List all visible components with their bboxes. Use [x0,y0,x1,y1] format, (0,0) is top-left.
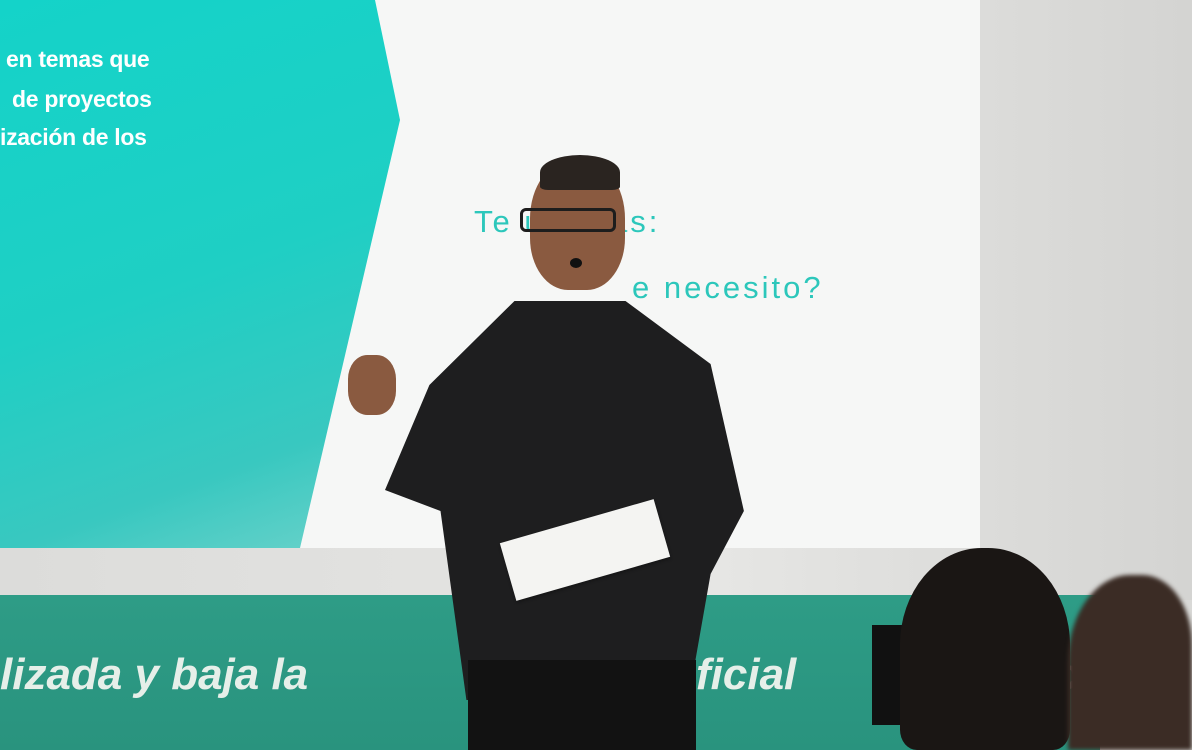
speaker-hair [540,155,620,190]
slide-left-line-3: ización de los [0,124,147,150]
banner-text-mid: ficial [696,650,797,699]
slide-main-line-2: e necesito? [632,270,824,305]
headset-mic-icon [570,258,582,268]
slide-left-line-1: en temas que [6,46,150,72]
speaker-hand [348,355,396,415]
glasses-icon [520,208,616,232]
slide-left-line-2: de proyectos [12,86,152,112]
audience-member [1068,575,1192,750]
banner-text-left: lizada y baja la [0,650,309,699]
speaker-pants [468,660,696,750]
audience-member [900,548,1070,750]
